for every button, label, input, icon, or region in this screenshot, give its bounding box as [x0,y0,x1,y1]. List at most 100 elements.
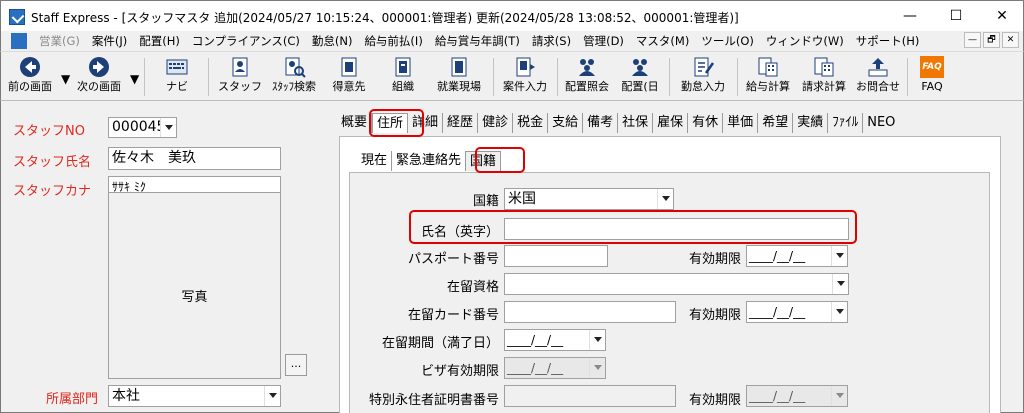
attendance-pen-icon [694,57,715,77]
menu-sales[interactable]: 営業(G) [33,33,86,49]
tab-files[interactable]: ﾌｧｲﾙ [828,113,864,133]
passport-expiry-value: ____/__/__ [749,249,806,263]
next-screen-button[interactable]: 次の画面 [73,54,125,98]
visa-expiry-value: ____/__/__ [507,361,564,375]
organization-button[interactable]: 組織 [381,54,425,98]
staff-name-input[interactable]: 佐々木 美玖 [108,147,281,170]
tab-history[interactable]: 経歴 [443,113,479,133]
contact-upload-icon [868,58,888,77]
customer-button[interactable]: 得意先 [327,54,371,98]
passport-input[interactable] [504,245,608,267]
subtab-emergency-contact[interactable]: 緊急連絡先 [392,151,465,171]
faq-icon: FAQ [920,56,944,78]
tab-health-check[interactable]: 健診 [478,113,514,133]
menu-window[interactable]: ウィンドウ(W) [760,33,850,49]
residence-period-value: ____/__/__ [507,333,564,347]
subtab-current[interactable]: 現在 [357,151,393,171]
menu-admin[interactable]: 管理(D) [577,33,630,49]
menu-payroll-bonus[interactable]: 給与賞与年調(T) [429,33,526,49]
assign-inquiry-button[interactable]: 配置照会 [561,54,613,98]
photo-browse-button[interactable]: ... [285,354,307,376]
contact-button[interactable]: お問合せ [853,54,903,98]
faq-button[interactable]: FAQ FAQ [911,54,953,98]
toolbar-separator [208,58,209,96]
special-permanent-expiry-date: ____/__/__ [746,385,848,407]
department-combo[interactable]: 本社 [108,385,281,407]
worksite-button[interactable]: 就業現場 [431,54,487,98]
menu-tools[interactable]: ツール(O) [695,33,760,49]
maximize-button[interactable]: ☐ [933,1,979,31]
tab-tax[interactable]: 税金 [513,113,549,133]
staff-button[interactable]: スタッフ [218,54,262,98]
highlight-name-english-field [409,210,857,244]
passport-expiry-date[interactable]: ____/__/__ [746,245,848,267]
chevron-down-icon[interactable] [831,302,847,322]
chevron-down-icon[interactable] [160,118,176,137]
navi-button[interactable]: ナビ [155,54,199,98]
attendance-entry-button[interactable]: 勤怠入力 [675,54,731,98]
billing-button[interactable]: 請求計算 [797,54,851,98]
assign-day-button[interactable]: 配置(日 [617,54,663,98]
staff-no-value: 000045 [112,119,166,135]
toolbar-separator [907,58,908,96]
tab-unit-price[interactable]: 単価 [723,113,759,133]
menu-master[interactable]: マスタ(M) [630,33,695,49]
visa-expiry-label: ビザ有効期限 [420,364,499,379]
menu-items: 営業(G) 案件(J) 配置(H) コンプライアンス(C) 勤怠(N) 給与前払… [33,33,925,49]
chevron-down-icon[interactable] [589,330,605,350]
payroll-button[interactable]: 給与計算 [741,54,795,98]
payroll-icon [758,57,778,77]
mdi-minimize-button[interactable]: — [964,32,981,48]
mdi-close-button[interactable]: ✕ [1002,32,1019,48]
chevron-down-icon[interactable] [832,274,848,294]
special-permanent-label: 特別永住者証明書番号 [368,393,499,408]
staff-no-label: スタッフNO [13,124,85,139]
chevron-down-icon[interactable] [264,386,280,406]
staff-no-combo[interactable]: 000045 [108,117,177,138]
nationality-combo[interactable]: 米国 [504,188,674,210]
passport-expiry-label: 有効期限 [688,252,741,267]
menu-compliance[interactable]: コンプライアンス(C) [186,33,306,49]
chevron-down-icon[interactable] [831,246,847,266]
photo-label: 写真 [181,290,208,305]
back-arrow-icon [20,57,40,77]
menu-assign[interactable]: 配置(H) [133,33,186,49]
special-permanent-input [504,385,676,407]
tab-preferences[interactable]: 希望 [758,113,794,133]
residence-card-expiry-date[interactable]: ____/__/__ [746,301,848,323]
tab-neo[interactable]: NEO [863,113,899,133]
staff-kana-label: スタッフカナ [13,184,92,199]
chevron-down-icon[interactable] [657,189,673,209]
highlight-nationality-subtab [475,147,525,173]
tab-payment[interactable]: 支給 [548,113,584,133]
department-value: 本社 [112,388,140,404]
menu-support[interactable]: サポート(H) [850,33,926,49]
menu-attendance[interactable]: 勤怠(N) [306,33,359,49]
tab-overview[interactable]: 概要 [337,113,373,133]
passport-label: パスポート番号 [407,252,499,267]
residence-status-combo[interactable] [504,273,849,295]
menu-jobs[interactable]: 案件(J) [86,33,133,49]
mdi-restore-button[interactable]: 🗗 [983,32,1000,48]
content-area: スタッフNO 000045 スタッフ氏名 佐々木 美玖 スタッフカナ ｻｻｷ ﾐ… [0,101,1024,413]
prev-screen-button[interactable]: 前の画面 [4,54,56,98]
residence-card-input[interactable] [504,301,676,323]
chevron-down-icon [589,358,605,378]
residence-period-date[interactable]: ____/__/__ [504,329,606,351]
photo-box[interactable]: 写真 [108,192,281,379]
tab-paid-leave[interactable]: 有休 [688,113,724,133]
tab-results[interactable]: 実績 [793,113,829,133]
tab-notes[interactable]: 備考 [583,113,619,133]
mdi-controls: — 🗗 ✕ [964,32,1019,48]
app-icon [9,9,25,25]
close-button[interactable]: ✕ [979,1,1024,31]
menu-billing[interactable]: 請求(S) [526,33,577,49]
minimize-button[interactable]: — [887,1,933,31]
staff-search-button[interactable]: ｽﾀｯﾌ検索 [267,54,321,98]
job-entry-button[interactable]: 案件入力 [497,54,553,98]
staff-name-label: スタッフ氏名 [13,155,92,170]
tab-employment-insurance[interactable]: 雇保 [653,113,689,133]
keyboard-icon [166,59,188,75]
menu-advance-pay[interactable]: 給与前払(I) [358,33,428,49]
tab-social-insurance[interactable]: 社保 [618,113,654,133]
